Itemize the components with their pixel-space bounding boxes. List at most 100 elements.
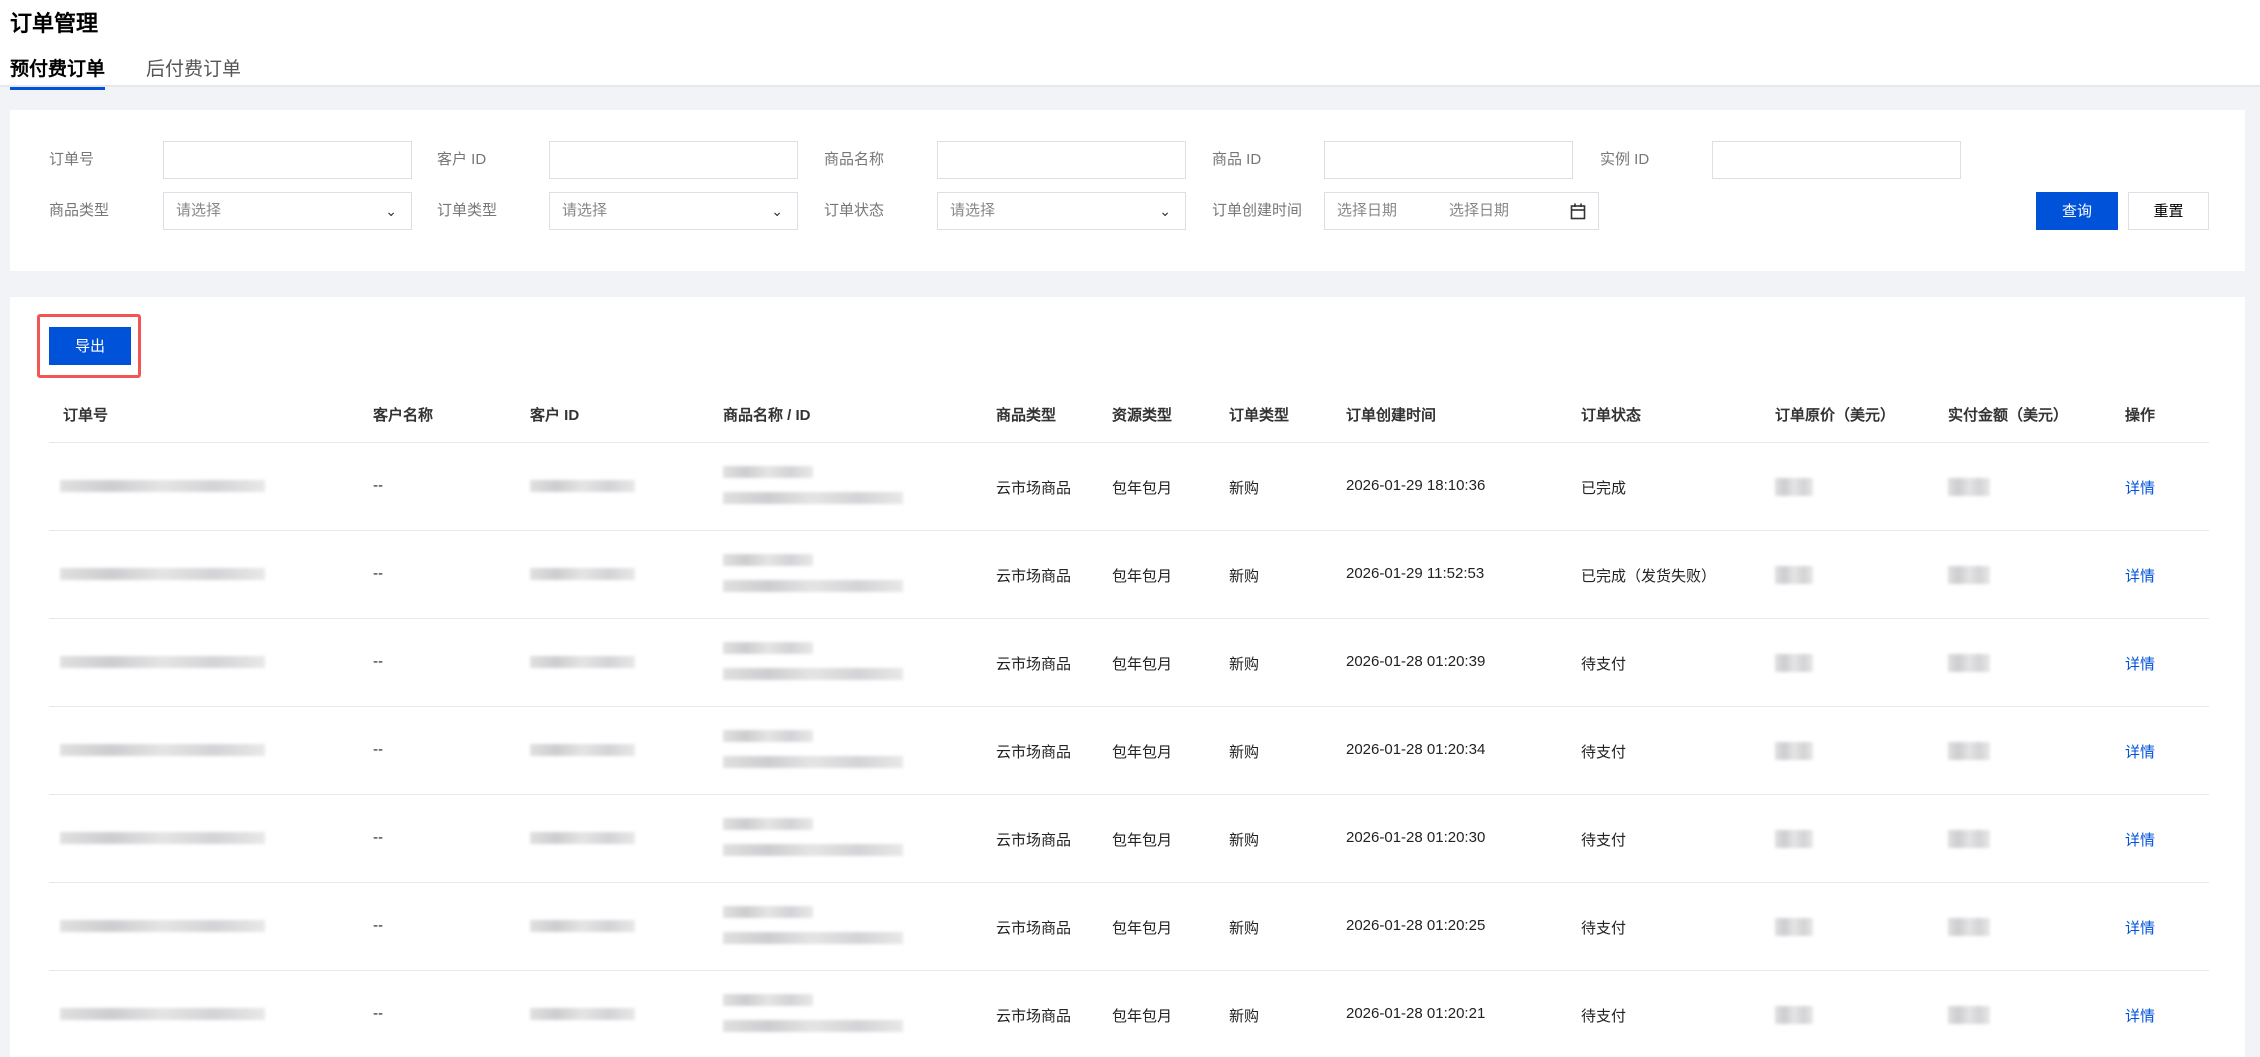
column-header: 商品名称 / ID xyxy=(723,407,811,424)
product-type-cell: 云市场商品 xyxy=(996,568,1072,585)
customer-id-redacted xyxy=(530,656,635,668)
instance-id-input[interactable] xyxy=(1712,141,1961,179)
start-date-placeholder[interactable]: 选择日期 xyxy=(1337,202,1397,219)
order-type-select[interactable]: 请选择 ⌄ xyxy=(549,192,798,230)
reset-button[interactable]: 重置 xyxy=(2128,192,2209,230)
row-divider xyxy=(49,794,2209,795)
order-type-cell: 新购 xyxy=(1229,832,1260,849)
column-header: 客户 ID xyxy=(530,407,580,424)
product-id-redacted xyxy=(723,580,903,592)
detail-link[interactable]: 详情 xyxy=(2125,477,2155,498)
product-name-input[interactable] xyxy=(937,141,1186,179)
column-header: 订单状态 xyxy=(1581,407,1642,424)
customer-id-input[interactable] xyxy=(549,141,798,179)
customer-id-redacted xyxy=(530,920,635,932)
order-status-placeholder: 请选择 xyxy=(950,202,996,219)
product-name-label: 商品名称 xyxy=(824,151,885,168)
status-cell: 待支付 xyxy=(1581,920,1627,937)
product-type-select[interactable]: 请选择 ⌄ xyxy=(163,192,412,230)
tab-postpaid-orders[interactable]: 后付费订单 xyxy=(146,54,241,81)
detail-link[interactable]: 详情 xyxy=(2125,565,2155,586)
row-divider xyxy=(49,530,2209,531)
product-id-label: 商品 ID xyxy=(1212,151,1262,168)
page-title: 订单管理 xyxy=(10,11,99,36)
customer-id-label: 客户 ID xyxy=(437,151,487,168)
column-header: 操作 xyxy=(2125,407,2156,424)
row-divider xyxy=(49,970,2209,971)
created-cell: 2026-01-29 11:52:53 xyxy=(1346,565,1485,582)
product-id-redacted xyxy=(723,492,903,504)
tab-prepaid-orders[interactable]: 预付费订单 xyxy=(10,54,106,90)
product-name-redacted xyxy=(723,906,813,918)
product-id-redacted xyxy=(723,1020,903,1032)
original-price-redacted xyxy=(1775,1006,1813,1024)
product-name-redacted xyxy=(723,730,813,742)
status-cell: 已完成（发货失败） xyxy=(1581,568,1717,585)
column-header: 实付金额（美元） xyxy=(1948,407,2069,424)
product-id-redacted xyxy=(723,932,903,944)
column-header: 商品类型 xyxy=(996,407,1057,424)
product-id-redacted xyxy=(723,668,903,680)
customer-name-cell: -- xyxy=(373,565,383,582)
order-no-input[interactable] xyxy=(163,141,412,179)
customer-id-redacted xyxy=(530,568,635,580)
customer-id-redacted xyxy=(530,1008,635,1020)
detail-link[interactable]: 详情 xyxy=(2125,1005,2155,1026)
product-name-redacted xyxy=(723,466,813,478)
status-cell: 待支付 xyxy=(1581,656,1627,673)
order-type-label: 订单类型 xyxy=(437,202,498,219)
product-type-cell: 云市场商品 xyxy=(996,1008,1072,1025)
original-price-redacted xyxy=(1775,830,1813,848)
order-no-label: 订单号 xyxy=(49,151,95,168)
original-price-redacted xyxy=(1775,918,1813,936)
order-no-redacted xyxy=(60,568,265,580)
query-button[interactable]: 查询 xyxy=(2036,192,2118,230)
column-header: 订单类型 xyxy=(1229,407,1290,424)
order-no-redacted xyxy=(60,920,265,932)
resource-type-cell: 包年包月 xyxy=(1112,920,1173,937)
product-id-redacted xyxy=(723,756,903,768)
column-header: 客户名称 xyxy=(373,407,434,424)
export-button[interactable]: 导出 xyxy=(49,327,131,365)
instance-id-label: 实例 ID xyxy=(1600,151,1650,168)
resource-type-cell: 包年包月 xyxy=(1112,1008,1173,1025)
row-divider xyxy=(49,882,2209,883)
original-price-redacted xyxy=(1775,478,1813,496)
resource-type-cell: 包年包月 xyxy=(1112,480,1173,497)
created-time-label: 订单创建时间 xyxy=(1212,202,1303,219)
order-status-select[interactable]: 请选择 ⌄ xyxy=(937,192,1186,230)
customer-name-cell: -- xyxy=(373,741,383,758)
filter-panel: 订单号 客户 ID 商品名称 商品 ID 实例 ID 商品类型 请选择 ⌄ 订单类… xyxy=(10,110,2245,271)
calendar-icon xyxy=(1570,203,1586,220)
resource-type-cell: 包年包月 xyxy=(1112,832,1173,849)
product-id-redacted xyxy=(723,844,903,856)
paid-amount-redacted xyxy=(1948,478,1990,496)
column-header: 订单号 xyxy=(63,407,109,424)
page-header: 订单管理 预付费订单 后付费订单 xyxy=(0,0,2260,90)
status-cell: 待支付 xyxy=(1581,832,1627,849)
created-time-range-picker[interactable]: 选择日期 选择日期 xyxy=(1324,192,1599,230)
detail-link[interactable]: 详情 xyxy=(2125,653,2155,674)
customer-name-cell: -- xyxy=(373,1005,383,1022)
row-divider xyxy=(49,618,2209,619)
detail-link[interactable]: 详情 xyxy=(2125,829,2155,850)
paid-amount-redacted xyxy=(1948,918,1990,936)
detail-link[interactable]: 详情 xyxy=(2125,741,2155,762)
order-type-placeholder: 请选择 xyxy=(562,202,608,219)
order-no-redacted xyxy=(60,656,265,668)
order-no-redacted xyxy=(60,832,265,844)
customer-id-redacted xyxy=(530,832,635,844)
created-cell: 2026-01-28 01:20:25 xyxy=(1346,917,1486,934)
customer-id-redacted xyxy=(530,480,635,492)
product-id-input[interactable] xyxy=(1324,141,1573,179)
chevron-down-icon: ⌄ xyxy=(385,203,397,219)
end-date-placeholder[interactable]: 选择日期 xyxy=(1449,193,1509,229)
detail-link[interactable]: 详情 xyxy=(2125,917,2155,938)
row-divider xyxy=(49,706,2209,707)
product-type-cell: 云市场商品 xyxy=(996,832,1072,849)
product-name-redacted xyxy=(723,554,813,566)
original-price-redacted xyxy=(1775,742,1813,760)
order-no-redacted xyxy=(60,1008,265,1020)
customer-name-cell: -- xyxy=(373,917,383,934)
paid-amount-redacted xyxy=(1948,654,1990,672)
